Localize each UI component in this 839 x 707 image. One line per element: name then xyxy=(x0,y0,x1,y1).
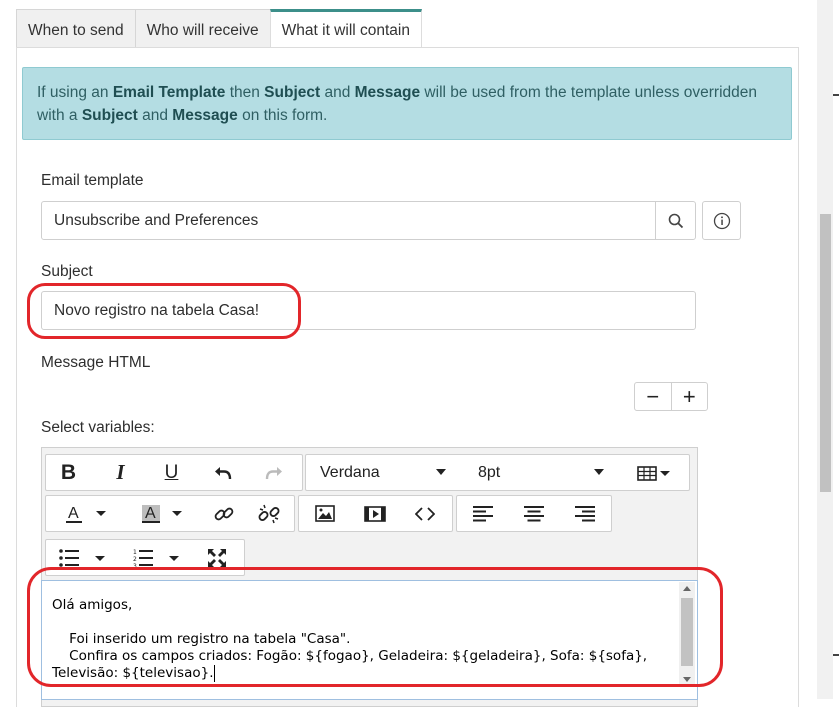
align-center-icon xyxy=(524,505,544,521)
align-right-icon xyxy=(575,505,595,521)
page-scrollbar[interactable] xyxy=(817,0,833,699)
media-group xyxy=(298,495,453,532)
insert-video-button[interactable] xyxy=(351,496,399,531)
bullet-list-icon xyxy=(59,548,105,567)
info-text: then xyxy=(225,84,265,101)
search-icon xyxy=(668,213,683,228)
numbered-list-icon: 123 xyxy=(133,549,179,568)
grow-button[interactable]: + xyxy=(670,383,708,410)
editor-line: Olá amigos, xyxy=(52,597,133,613)
underline-button[interactable]: U xyxy=(149,455,194,490)
info-text: and xyxy=(137,107,173,124)
subject-label: Subject xyxy=(41,263,93,280)
text-color-button[interactable]: A xyxy=(50,496,120,531)
code-icon xyxy=(415,506,435,521)
editor-line: Televisão: ${televisao}. xyxy=(52,665,216,682)
shrink-button[interactable]: − xyxy=(635,383,671,410)
info-alert: If using an Email Template then Subject … xyxy=(22,67,792,140)
scroll-up-arrow-icon xyxy=(683,586,691,591)
editor-line: Confira os campos criados: Fogão: ${foga… xyxy=(52,648,648,664)
info-text: and xyxy=(320,84,355,101)
editor-line: Foi inserido um registro na tabela "Casa… xyxy=(52,631,351,647)
info-icon xyxy=(713,212,730,229)
redo-icon xyxy=(265,466,282,479)
editor-size-control: − + xyxy=(634,382,708,411)
insert-link-button[interactable] xyxy=(201,496,246,531)
background-color-icon: A xyxy=(142,504,182,523)
underline-icon: U xyxy=(164,461,179,483)
align-left-button[interactable] xyxy=(459,496,507,531)
table-icon xyxy=(636,465,670,481)
email-template-search-button[interactable] xyxy=(655,201,696,240)
editor-scrollbar-thumb[interactable] xyxy=(681,598,693,666)
page-scrollbar-thumb[interactable] xyxy=(820,214,831,492)
color-link-group: A A xyxy=(45,495,295,532)
image-icon xyxy=(315,505,335,522)
scroll-down-arrow-icon xyxy=(683,677,691,682)
font-family-select[interactable]: Verdana xyxy=(306,455,456,490)
svg-text:A: A xyxy=(145,505,156,522)
info-bold: Message xyxy=(354,84,421,101)
fullscreen-icon xyxy=(208,548,226,567)
email-template-label: Email template xyxy=(41,172,144,189)
email-template-input[interactable]: Unsubscribe and Preferences xyxy=(41,201,656,240)
bullet-list-button[interactable] xyxy=(50,540,116,575)
select-variables-label: Select variables: xyxy=(41,419,155,436)
unlink-icon xyxy=(258,504,279,523)
tab-what-it-will-contain[interactable]: What it will contain xyxy=(269,9,422,48)
font-family-value: Verdana xyxy=(320,463,380,481)
subject-input[interactable]: Novo registro na tabela Casa! xyxy=(41,291,696,330)
svg-text:A: A xyxy=(68,505,79,522)
undo-icon xyxy=(214,466,231,479)
background-color-button[interactable]: A xyxy=(126,496,196,531)
bold-icon: B xyxy=(60,460,77,484)
info-bold: Subject xyxy=(264,84,321,101)
redo-button[interactable] xyxy=(251,455,296,490)
align-left-icon xyxy=(473,505,493,521)
link-icon xyxy=(214,507,233,520)
tab-when-to-send[interactable]: When to send xyxy=(16,9,136,48)
font-size-value: 8pt xyxy=(478,463,501,481)
svg-text:3: 3 xyxy=(133,563,137,568)
editor-content-area[interactable]: Olá amigos, Foi inserido um registro na … xyxy=(41,580,698,700)
insert-image-button[interactable] xyxy=(301,496,349,531)
italic-button[interactable]: I xyxy=(98,455,143,490)
info-text: If using an xyxy=(37,84,113,101)
svg-text:2: 2 xyxy=(133,556,137,563)
align-center-button[interactable] xyxy=(510,496,558,531)
info-bold: Message xyxy=(172,107,238,124)
info-bold: Email Template xyxy=(112,84,226,101)
fullscreen-button[interactable] xyxy=(194,540,240,575)
table-button[interactable] xyxy=(626,455,681,490)
svg-text:1: 1 xyxy=(133,549,137,556)
edge-marker xyxy=(833,654,839,656)
info-bold: Subject xyxy=(81,107,138,124)
font-size-select[interactable]: 8pt xyxy=(464,455,609,490)
text-color-icon: A xyxy=(66,505,106,523)
source-code-button[interactable] xyxy=(401,496,449,531)
info-text: on this form. xyxy=(237,107,328,124)
message-html-label: Message HTML xyxy=(41,354,151,371)
editor-scrollbar[interactable] xyxy=(679,582,695,686)
font-group: Verdana 8pt xyxy=(305,454,690,491)
edge-marker xyxy=(833,94,839,96)
undo-button[interactable] xyxy=(200,455,245,490)
format-group: B I U xyxy=(45,454,303,491)
list-group: 123 xyxy=(45,539,245,576)
italic-icon: I xyxy=(116,460,125,484)
caret-down-icon xyxy=(594,469,604,475)
tab-who-will-receive[interactable]: Who will receive xyxy=(134,9,271,48)
align-group xyxy=(456,495,612,532)
caret-down-icon xyxy=(436,469,446,475)
video-icon xyxy=(364,505,386,522)
tab-bar: When to send Who will receive What it wi… xyxy=(16,9,422,48)
bold-button[interactable]: B xyxy=(46,455,91,490)
remove-link-button[interactable] xyxy=(246,496,291,531)
numbered-list-button[interactable]: 123 xyxy=(124,540,190,575)
email-template-info-button[interactable] xyxy=(702,201,741,240)
align-right-button[interactable] xyxy=(561,496,609,531)
